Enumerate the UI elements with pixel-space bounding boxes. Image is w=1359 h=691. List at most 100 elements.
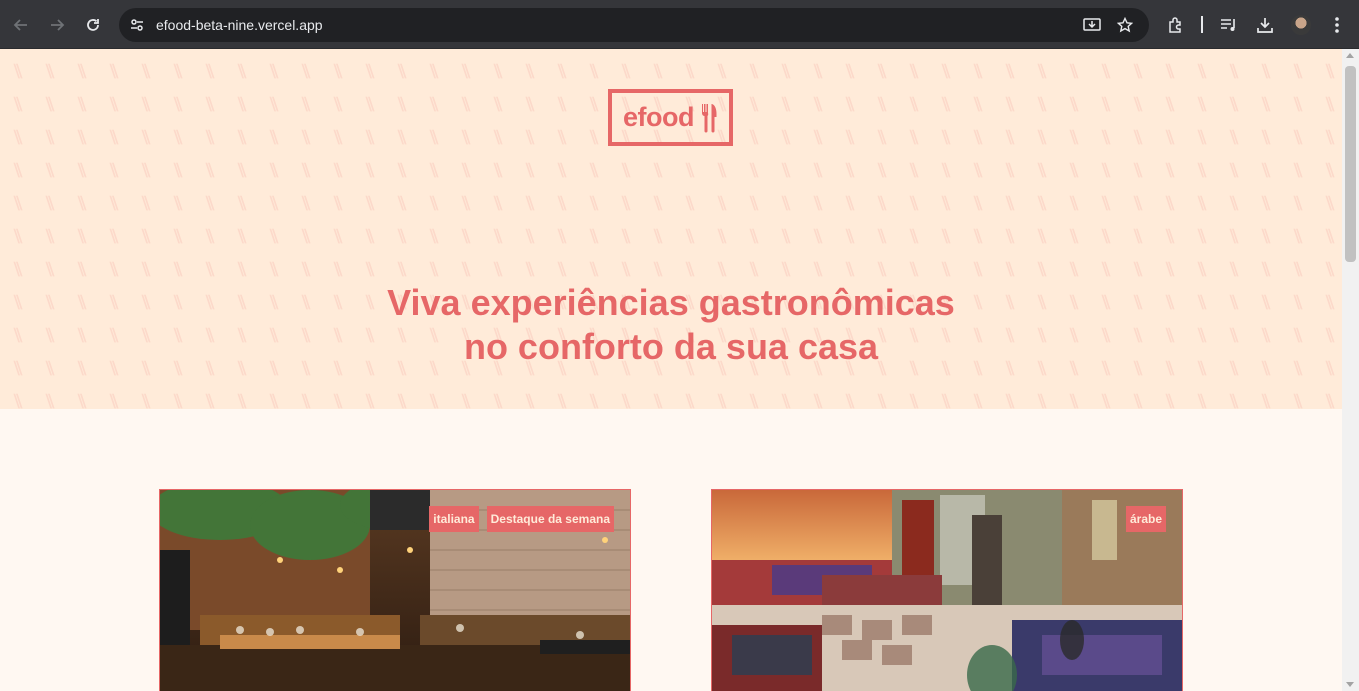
pattern-fork-icon: ⑊	[1260, 191, 1272, 215]
url-text[interactable]: efood-beta-nine.vercel.app	[156, 17, 323, 33]
pattern-fork-icon: ⑊	[364, 224, 376, 248]
pattern-fork-icon: ⑊	[1100, 158, 1112, 182]
pattern-fork-icon: ⑊	[1164, 257, 1176, 281]
pattern-fork-icon: ⑊	[908, 92, 920, 116]
pattern-fork-icon: ⑊	[1324, 125, 1336, 149]
back-icon[interactable]	[8, 12, 34, 38]
pattern-fork-icon: ⑊	[1292, 125, 1304, 149]
pattern-fork-icon: ⑊	[556, 389, 568, 409]
reload-icon[interactable]	[80, 12, 106, 38]
scrollbar-thumb[interactable]	[1345, 66, 1356, 262]
pattern-fork-icon: ⑊	[204, 125, 216, 149]
pattern-fork-icon: ⑊	[524, 158, 536, 182]
pattern-fork-icon: ⑊	[1324, 389, 1336, 409]
scroll-down-arrow-icon[interactable]	[1346, 682, 1354, 687]
pattern-fork-icon: ⑊	[44, 59, 56, 83]
pattern-fork-icon: ⑊	[1004, 158, 1016, 182]
pattern-fork-icon: ⑊	[1100, 224, 1112, 248]
restaurant-card[interactable]: italiana Destaque da semana	[159, 489, 631, 691]
page-scrollbar[interactable]	[1342, 49, 1359, 691]
profile-avatar[interactable]	[1291, 15, 1311, 35]
pattern-fork-icon: ⑊	[972, 92, 984, 116]
pattern-fork-icon: ⑊	[268, 257, 280, 281]
pattern-fork-icon: ⑊	[844, 92, 856, 116]
pattern-fork-icon: ⑊	[908, 257, 920, 281]
pattern-fork-icon: ⑊	[204, 92, 216, 116]
kebab-menu-icon[interactable]	[1325, 13, 1349, 37]
pattern-fork-icon: ⑊	[876, 257, 888, 281]
pattern-fork-icon: ⑊	[364, 191, 376, 215]
downloads-icon[interactable]	[1253, 13, 1277, 37]
hero-banner: ⑊ ⑊ ⑊ ⑊ ⑊ ⑊ ⑊ ⑊ ⑊ ⑊ ⑊ ⑊ ⑊ ⑊ ⑊ ⑊ ⑊ ⑊ ⑊ ⑊ ⑊ ⑊ ⑊ ⑊ ⑊ ⑊ ⑊ ⑊ ⑊ ⑊ ⑊ ⑊ ⑊ ⑊ ⑊ ⑊ ⑊ ⑊ ⑊ ⑊…	[0, 49, 1342, 409]
pattern-fork-icon: ⑊	[1292, 92, 1304, 116]
restaurant-image[interactable]	[712, 490, 1183, 691]
pattern-fork-icon: ⑊	[908, 158, 920, 182]
pattern-fork-icon: ⑊	[364, 257, 376, 281]
pattern-fork-icon: ⑊	[1036, 125, 1048, 149]
pattern-fork-icon: ⑊	[748, 59, 760, 83]
pattern-fork-icon: ⑊	[1036, 257, 1048, 281]
pattern-fork-icon: ⑊	[748, 389, 760, 409]
pattern-fork-icon: ⑊	[428, 59, 440, 83]
pattern-fork-icon: ⑊	[1324, 92, 1336, 116]
pattern-fork-icon: ⑊	[44, 389, 56, 409]
pattern-fork-icon: ⑊	[76, 257, 88, 281]
pattern-fork-icon: ⑊	[268, 389, 280, 409]
pattern-fork-icon: ⑊	[1036, 389, 1048, 409]
pattern-fork-icon: ⑊	[844, 158, 856, 182]
site-info-icon[interactable]	[127, 15, 147, 35]
pattern-fork-icon: ⑊	[1036, 158, 1048, 182]
pattern-fork-icon: ⑊	[460, 158, 472, 182]
forward-icon[interactable]	[44, 12, 70, 38]
efood-logo[interactable]: efood	[608, 89, 733, 146]
pattern-fork-icon: ⑊	[876, 125, 888, 149]
pattern-fork-icon: ⑊	[972, 257, 984, 281]
pattern-fork-icon: ⑊	[1164, 191, 1176, 215]
toolbar-divider	[1201, 16, 1203, 33]
pattern-fork-icon: ⑊	[972, 191, 984, 215]
pattern-fork-icon: ⑊	[300, 92, 312, 116]
pattern-fork-icon: ⑊	[716, 224, 728, 248]
install-app-icon[interactable]	[1082, 15, 1102, 35]
pattern-fork-icon: ⑊	[236, 125, 248, 149]
pattern-fork-icon: ⑊	[524, 257, 536, 281]
pattern-fork-icon: ⑊	[1260, 257, 1272, 281]
pattern-fork-icon: ⑊	[1036, 92, 1048, 116]
pattern-fork-icon: ⑊	[76, 389, 88, 409]
extensions-icon[interactable]	[1164, 13, 1188, 37]
pattern-fork-icon: ⑊	[908, 389, 920, 409]
pattern-fork-icon: ⑊	[1100, 125, 1112, 149]
pattern-fork-icon: ⑊	[140, 158, 152, 182]
pattern-fork-icon: ⑊	[876, 158, 888, 182]
pattern-fork-icon: ⑊	[364, 59, 376, 83]
media-controls-icon[interactable]	[1217, 13, 1241, 37]
pattern-fork-icon: ⑊	[1132, 92, 1144, 116]
pattern-fork-icon: ⑊	[1068, 158, 1080, 182]
pattern-fork-icon: ⑊	[556, 59, 568, 83]
bookmark-star-icon[interactable]	[1115, 15, 1135, 35]
pattern-fork-icon: ⑊	[140, 224, 152, 248]
pattern-fork-icon: ⑊	[748, 191, 760, 215]
address-bar[interactable]: efood-beta-nine.vercel.app	[119, 8, 1149, 42]
pattern-fork-icon: ⑊	[428, 158, 440, 182]
pattern-fork-icon: ⑊	[620, 257, 632, 281]
pattern-fork-icon: ⑊	[364, 92, 376, 116]
pattern-fork-icon: ⑊	[204, 257, 216, 281]
pattern-fork-icon: ⑊	[812, 389, 824, 409]
tag-featured: Destaque da semana	[486, 506, 614, 532]
pattern-fork-icon: ⑊	[1164, 125, 1176, 149]
pattern-fork-icon: ⑊	[748, 224, 760, 248]
pattern-fork-icon: ⑊	[460, 92, 472, 116]
pattern-fork-icon: ⑊	[716, 389, 728, 409]
hero-title: Viva experiências gastronômicas no confo…	[0, 281, 1342, 369]
pattern-fork-icon: ⑊	[940, 224, 952, 248]
pattern-fork-icon: ⑊	[1164, 158, 1176, 182]
pattern-fork-icon: ⑊	[556, 92, 568, 116]
restaurant-card[interactable]: árabe	[711, 489, 1183, 691]
pattern-fork-icon: ⑊	[460, 257, 472, 281]
pattern-fork-icon: ⑊	[876, 224, 888, 248]
pattern-fork-icon: ⑊	[140, 59, 152, 83]
scroll-up-arrow-icon[interactable]	[1346, 53, 1354, 58]
pattern-fork-icon: ⑊	[780, 389, 792, 409]
pattern-fork-icon: ⑊	[236, 92, 248, 116]
